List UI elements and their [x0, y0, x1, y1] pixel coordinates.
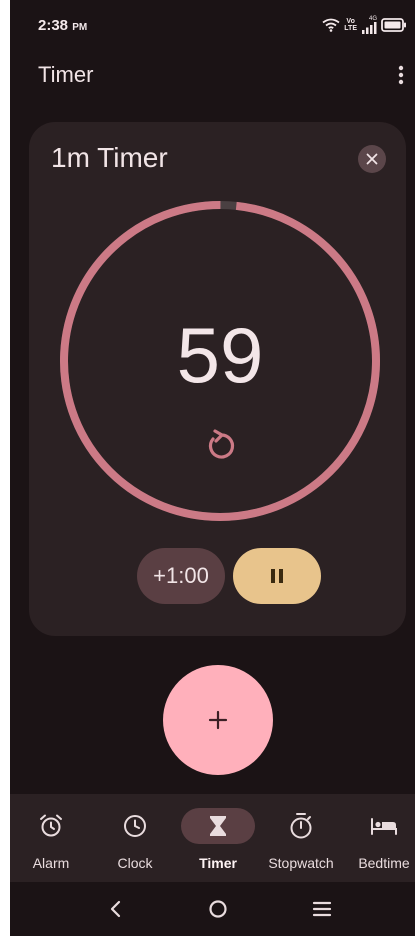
- alarm-icon: [40, 814, 62, 837]
- nav-pill: [347, 808, 415, 844]
- stopwatch-icon: [290, 813, 312, 839]
- status-bar: 2:38 PM Vo LTE 4G: [10, 0, 415, 52]
- system-back-button[interactable]: [100, 894, 130, 924]
- recents-icon: [312, 901, 332, 917]
- battery-icon: [381, 18, 407, 32]
- status-clock: 2:38: [38, 17, 69, 34]
- signal-icon: 4G: [361, 16, 377, 34]
- more-vert-icon: [398, 65, 404, 85]
- hourglass-icon: [210, 816, 226, 836]
- add-icon: [208, 710, 228, 730]
- more-options-button[interactable]: [391, 62, 411, 88]
- nav-pill: [14, 808, 88, 844]
- volte-indicator: Vo LTE: [344, 18, 357, 32]
- status-time: 2:38 PM: [38, 17, 87, 34]
- system-recents-button[interactable]: [307, 894, 337, 924]
- page-title: Timer: [38, 62, 94, 87]
- status-icons: Vo LTE 4G: [322, 14, 407, 36]
- clock-icon: [124, 815, 146, 837]
- system-home-button[interactable]: [203, 894, 233, 924]
- delete-timer-button[interactable]: [358, 145, 386, 173]
- back-icon: [110, 900, 121, 918]
- nav-pill: [264, 808, 338, 844]
- pause-icon: [271, 569, 283, 583]
- status-ampm: PM: [72, 22, 88, 33]
- reset-button[interactable]: [201, 425, 241, 465]
- screen: 2:38 PM Vo LTE 4G Timer 1m Timer 59 +1:0…: [10, 0, 415, 936]
- bottom-navigation: Alarm Clock Timer Stopwatch Bedtime: [10, 794, 415, 882]
- home-icon: [209, 900, 227, 918]
- nav-item-bedtime[interactable]: Bedtime: [338, 794, 415, 882]
- timer-title[interactable]: 1m Timer: [51, 142, 168, 174]
- nav-pill-active: [181, 808, 255, 844]
- wifi-icon: [322, 18, 340, 32]
- nav-pill: [98, 808, 172, 844]
- add-timer-button[interactable]: [163, 665, 273, 775]
- add-minute-button[interactable]: +1:00: [137, 548, 225, 604]
- reset-icon: [208, 429, 235, 459]
- system-navigation-bar: [10, 882, 415, 936]
- timer-card: 1m Timer 59 +1:00: [29, 122, 406, 636]
- pause-button[interactable]: [233, 548, 321, 604]
- time-remaining: 59: [176, 311, 264, 399]
- bed-icon: [371, 818, 397, 835]
- close-icon: [366, 153, 378, 165]
- nav-label-bedtime: Bedtime: [358, 855, 410, 871]
